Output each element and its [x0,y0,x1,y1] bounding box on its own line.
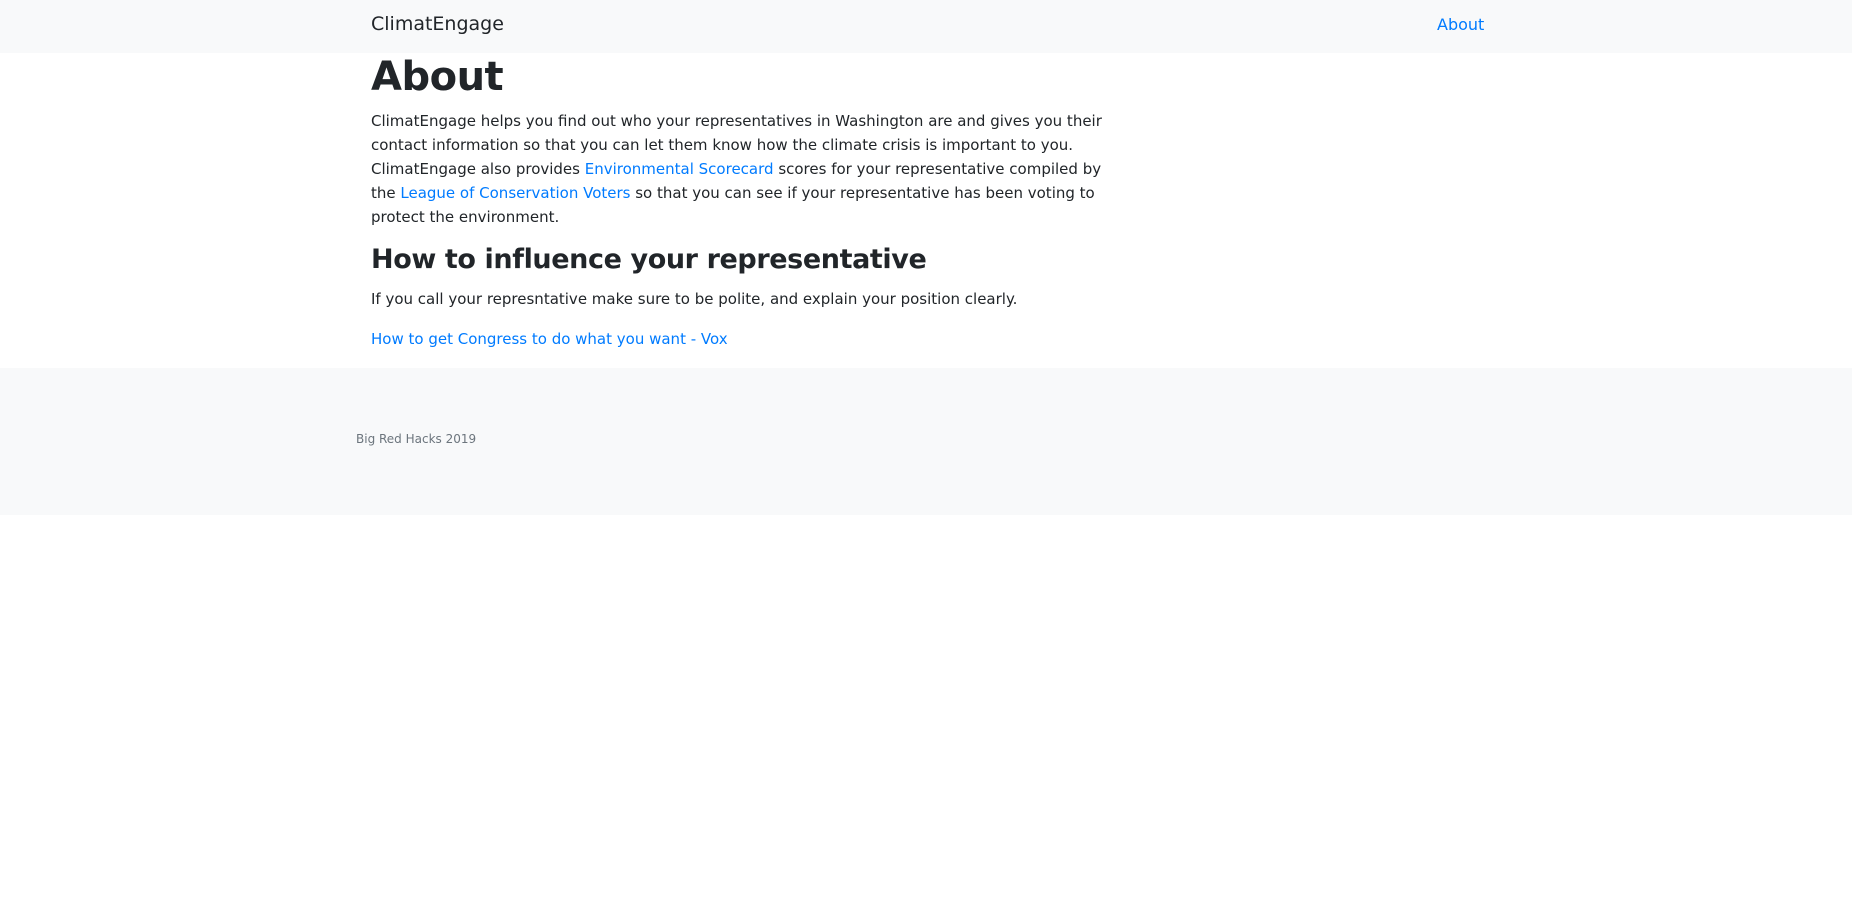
intro-paragraph: ClimatEngage helps you find out who your… [371,109,1111,229]
advice-text: If you call your represntative make sure… [371,290,1018,308]
nav-about-link[interactable]: About [1437,15,1484,34]
league-of-conservation-voters-link[interactable]: League of Conservation Voters [400,184,630,202]
vox-article-link[interactable]: How to get Congress to do what you want … [371,330,728,348]
brand-link[interactable]: ClimatEngage [371,13,504,35]
vox-paragraph: How to get Congress to do what you want … [371,327,728,351]
footer-text: Big Red Hacks 2019 [356,432,477,446]
environmental-scorecard-link[interactable]: Environmental Scorecard [585,160,774,178]
navbar: ClimatEngage About [0,0,1852,53]
section-title: How to influence your representative [371,244,927,275]
footer: Big Red Hacks 2019 [0,368,1852,515]
page-title: About [371,54,504,100]
